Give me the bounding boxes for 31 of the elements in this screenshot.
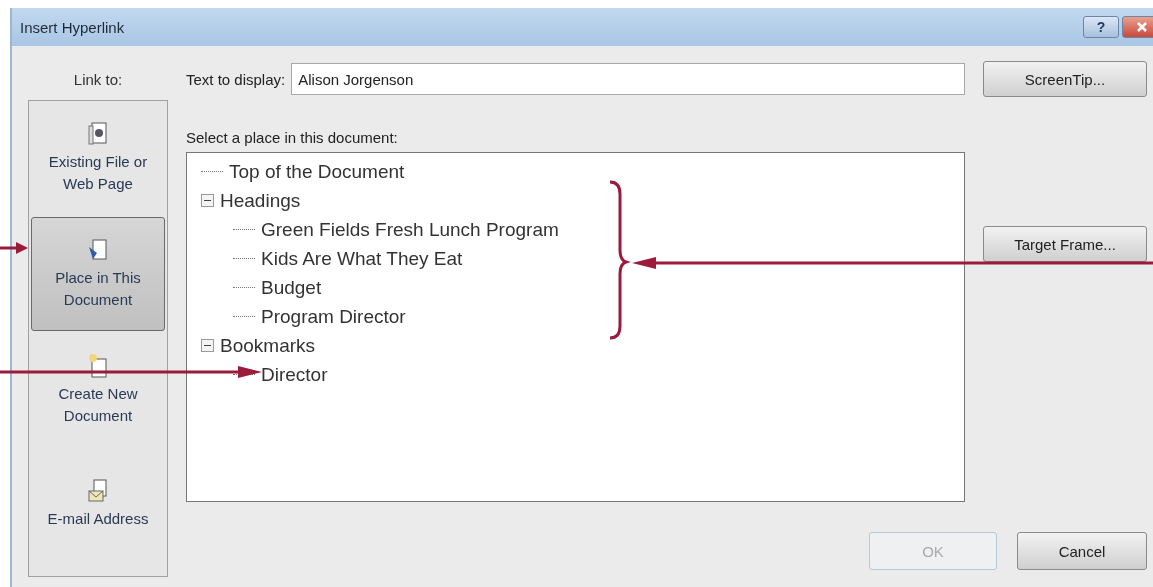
tree-item[interactable]: Director xyxy=(261,363,328,386)
link-type-button[interactable]: Place in This Document xyxy=(31,217,165,331)
close-icon xyxy=(1137,22,1147,32)
field-label: Text to display: xyxy=(186,70,286,88)
link-to-label: Link to: xyxy=(73,70,123,88)
minus-icon xyxy=(204,342,211,349)
document-pointer-icon xyxy=(87,236,109,263)
tree-item[interactable]: Headings xyxy=(220,189,301,212)
minus-icon xyxy=(204,197,211,204)
tree-item[interactable]: Green Fields Fresh Lunch Program xyxy=(261,218,559,241)
target-frame-button[interactable]: Target Frame... xyxy=(983,226,1147,262)
collapse-toggle[interactable] xyxy=(201,339,214,352)
cancel-button[interactable]: Cancel xyxy=(1017,532,1147,570)
tree-item[interactable]: Program Director xyxy=(261,305,406,328)
link-type-button[interactable]: E-mail Address xyxy=(29,447,167,561)
link-type-button[interactable]: Create New Document xyxy=(29,333,167,447)
tree-label: Select a place in this document: xyxy=(186,129,399,146)
document-envelope-icon xyxy=(87,477,109,504)
new-document-icon xyxy=(87,352,109,379)
annotation-arrow xyxy=(0,240,30,256)
tree-item[interactable]: Bookmarks xyxy=(220,334,316,357)
tree-item[interactable]: Kids Are What They Eat xyxy=(261,247,463,270)
close-button[interactable] xyxy=(1122,16,1153,38)
help-button[interactable]: ? xyxy=(1083,16,1119,38)
tree-item[interactable]: Top of the Document xyxy=(229,160,405,183)
text-to-display-field[interactable]: Alison Jorgenson xyxy=(291,63,965,95)
tree-item[interactable]: Budget xyxy=(261,276,322,299)
window-title: Insert Hyperlink xyxy=(20,18,125,36)
screentip-button[interactable]: ScreenTip... xyxy=(983,61,1147,97)
link-type-button[interactable]: Existing File or Web Page xyxy=(29,101,167,215)
collapse-toggle[interactable] xyxy=(201,194,214,207)
